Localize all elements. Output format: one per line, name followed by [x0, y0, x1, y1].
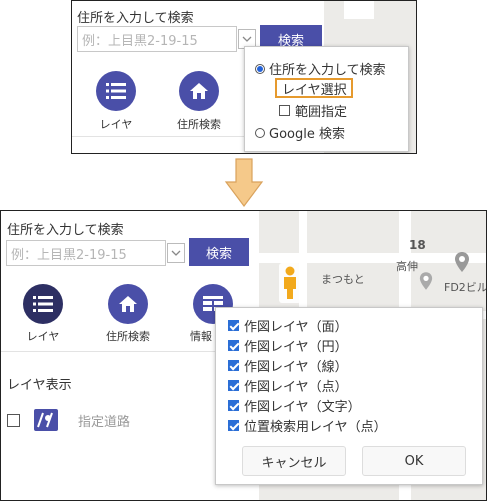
layer-item-label: 指定道路	[78, 414, 131, 430]
search-button[interactable]: 検索	[189, 238, 249, 266]
area-label: 高伸	[396, 260, 418, 273]
dialog-item-line[interactable]: 作図レイヤ（線）	[228, 356, 348, 375]
dialog-item-label: 位置検索用レイヤ（点）	[244, 420, 387, 435]
list-icon	[33, 296, 53, 312]
search-mode-popup: 住所を入力して検索 レイヤ選択 範囲指定 Google 検索	[244, 46, 409, 152]
map-pin-icon[interactable]	[454, 251, 470, 273]
dialog-item-polygon[interactable]: 作図レイヤ（面）	[228, 316, 348, 335]
cancel-button[interactable]: キャンセル	[242, 446, 346, 476]
range-spec-label: 範囲指定	[295, 105, 348, 120]
chevron-down-icon	[242, 36, 252, 42]
layer-select-dialog: 作図レイヤ（面） 作図レイヤ（円） 作図レイヤ（線） 作図レイヤ（点） 作図レイ…	[215, 307, 483, 485]
radio-google[interactable]	[255, 127, 265, 138]
home-icon	[119, 296, 137, 312]
road-map-icon	[34, 409, 58, 431]
address-search-label: 住所検索	[106, 330, 150, 343]
option-address-search[interactable]: 住所を入力して検索	[255, 59, 386, 78]
shop-label: まつもと	[321, 273, 365, 286]
list-icon	[106, 83, 126, 99]
dialog-item-label: 作図レイヤ（線）	[244, 360, 348, 375]
search-input[interactable]: 例：上目黒2-19-15	[6, 240, 166, 266]
top-screenshot-panel: 住所を入力して検索 例：上目黒2-19-15 検索 レイヤ 住所検索 住所を入力…	[71, 0, 417, 154]
dialog-item-label: 作図レイヤ（文字）	[244, 400, 361, 415]
layer-display-title: レイヤ表示	[7, 378, 72, 393]
search-label: 住所を入力して検索	[7, 223, 124, 238]
dialog-item-checkbox[interactable]	[228, 340, 239, 351]
dialog-item-circle[interactable]: 作図レイヤ（円）	[228, 336, 348, 355]
option-range-spec[interactable]: 範囲指定	[279, 101, 347, 120]
poi-label: FD2ビル	[444, 281, 487, 294]
search-mode-dropdown[interactable]	[167, 243, 185, 263]
dialog-item-label: 作図レイヤ（円）	[244, 340, 348, 355]
address-search-label: 住所検索	[177, 118, 221, 131]
layer-select-highlight[interactable]: レイヤ選択	[275, 78, 353, 98]
search-label: 住所を入力して検索	[77, 11, 194, 26]
range-spec-checkbox[interactable]	[279, 105, 290, 116]
option-google-search[interactable]: Google 検索	[255, 123, 345, 142]
dialog-item-location-search[interactable]: 位置検索用レイヤ（点）	[228, 416, 387, 435]
layer-list-item[interactable]: 指定道路	[7, 409, 130, 431]
address-search-button[interactable]	[108, 284, 148, 324]
map-pin-icon[interactable]	[419, 271, 433, 291]
dialog-item-checkbox[interactable]	[228, 320, 239, 331]
pegman-icon[interactable]	[279, 263, 301, 303]
home-icon	[190, 83, 208, 99]
layer-select-label: レイヤ選択	[282, 82, 347, 98]
layer-button[interactable]	[23, 284, 63, 324]
dialog-item-checkbox[interactable]	[228, 380, 239, 391]
dialog-item-text[interactable]: 作図レイヤ（文字）	[228, 396, 361, 415]
down-arrow-icon	[224, 158, 264, 207]
bottom-screenshot-panel: 18 高伸 まつもと FD2ビル 7 住所を入力して検索 例：上目黒2-19-1…	[0, 210, 487, 501]
dialog-item-checkbox[interactable]	[228, 420, 239, 431]
ok-button[interactable]: OK	[362, 446, 466, 476]
dialog-item-label: 作図レイヤ（面）	[244, 320, 348, 335]
dialog-item-point[interactable]: 作図レイヤ（点）	[228, 376, 348, 395]
address-search-button[interactable]	[179, 71, 219, 111]
search-input[interactable]: 例：上目黒2-19-15	[77, 26, 237, 52]
district-label: 18	[409, 238, 426, 252]
option-google-label: Google 検索	[269, 127, 345, 142]
radio-address-selected[interactable]	[255, 63, 265, 74]
layer-button[interactable]	[96, 71, 136, 111]
option-address-label: 住所を入力して検索	[269, 63, 386, 78]
chevron-down-icon	[171, 250, 181, 256]
dialog-item-checkbox[interactable]	[228, 360, 239, 371]
dialog-item-checkbox[interactable]	[228, 400, 239, 411]
layer-button-label: レイヤ	[26, 330, 60, 343]
layer-item-checkbox[interactable]	[7, 413, 20, 427]
info-button-label: 情報	[190, 330, 212, 343]
dialog-item-label: 作図レイヤ（点）	[244, 380, 348, 395]
layer-button-label: レイヤ	[99, 118, 133, 131]
